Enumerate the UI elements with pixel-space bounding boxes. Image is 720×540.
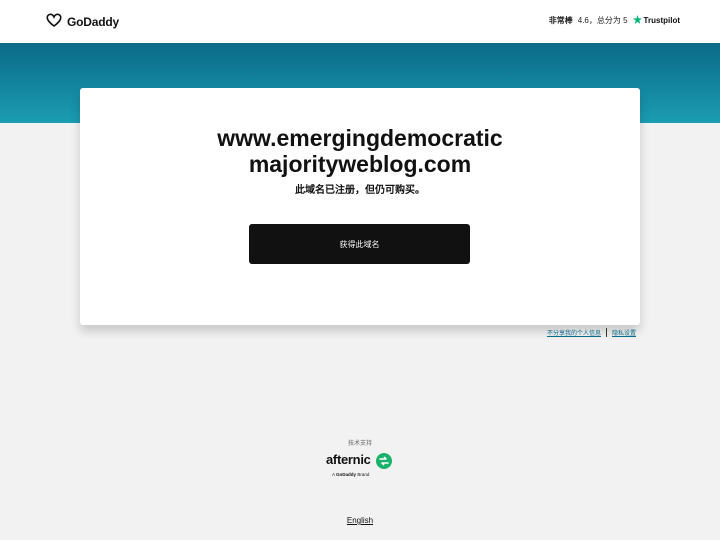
trustpilot-label: Trustpilot bbox=[643, 16, 680, 25]
godaddy-brand-line: A GoDaddy Brand bbox=[332, 472, 369, 477]
godaddy-logo-text: GoDaddy bbox=[67, 15, 119, 29]
language-switcher: English bbox=[0, 516, 720, 525]
link-divider bbox=[605, 328, 607, 337]
rating-word: 非常棒 bbox=[548, 16, 573, 25]
top-header: GoDaddy 非常棒 4.6，总分为 5 Trustpilot bbox=[0, 0, 720, 44]
godaddy-logo[interactable]: GoDaddy bbox=[45, 12, 119, 32]
domain-status-text: 此域名已注册，但仍可购买。 bbox=[295, 185, 425, 196]
powered-by-label: 技术支持 bbox=[347, 441, 372, 447]
privacy-settings-link[interactable]: 隐私设置 bbox=[612, 328, 636, 337]
godaddy-logo-icon bbox=[45, 12, 63, 33]
get-domain-button[interactable]: 获得此域名 bbox=[249, 224, 470, 264]
domain-name: www.emergingdemocratic majorityweblog.co… bbox=[80, 125, 640, 177]
domain-line-2: majorityweblog.com bbox=[248, 151, 472, 177]
brand-suffix: Brand bbox=[357, 472, 370, 477]
privacy-links: 不分享我的个人信息 隐私设置 bbox=[547, 328, 636, 337]
domain-card: www.emergingdemocratic majorityweblog.co… bbox=[80, 88, 640, 325]
afternic-logo[interactable]: afternic A GoDaddy Brand bbox=[326, 452, 396, 480]
afternic-wordmark: afternic bbox=[326, 452, 371, 467]
trustpilot-rating[interactable]: 非常棒 4.6，总分为 5 Trustpilot bbox=[549, 15, 680, 26]
do-not-share-link[interactable]: 不分享我的个人信息 bbox=[547, 328, 601, 337]
language-link-english[interactable]: English bbox=[347, 516, 373, 525]
rating-score: 4.6，总分为 5 bbox=[577, 16, 628, 25]
brand-godaddy: GoDaddy bbox=[336, 472, 357, 477]
afternic-arrows-icon bbox=[376, 453, 392, 474]
trustpilot-star-icon bbox=[632, 15, 642, 26]
domain-line-1: www.emergingdemocratic bbox=[217, 125, 503, 151]
brand-prefix: A bbox=[332, 472, 335, 477]
trustpilot-logo: Trustpilot bbox=[632, 15, 680, 26]
